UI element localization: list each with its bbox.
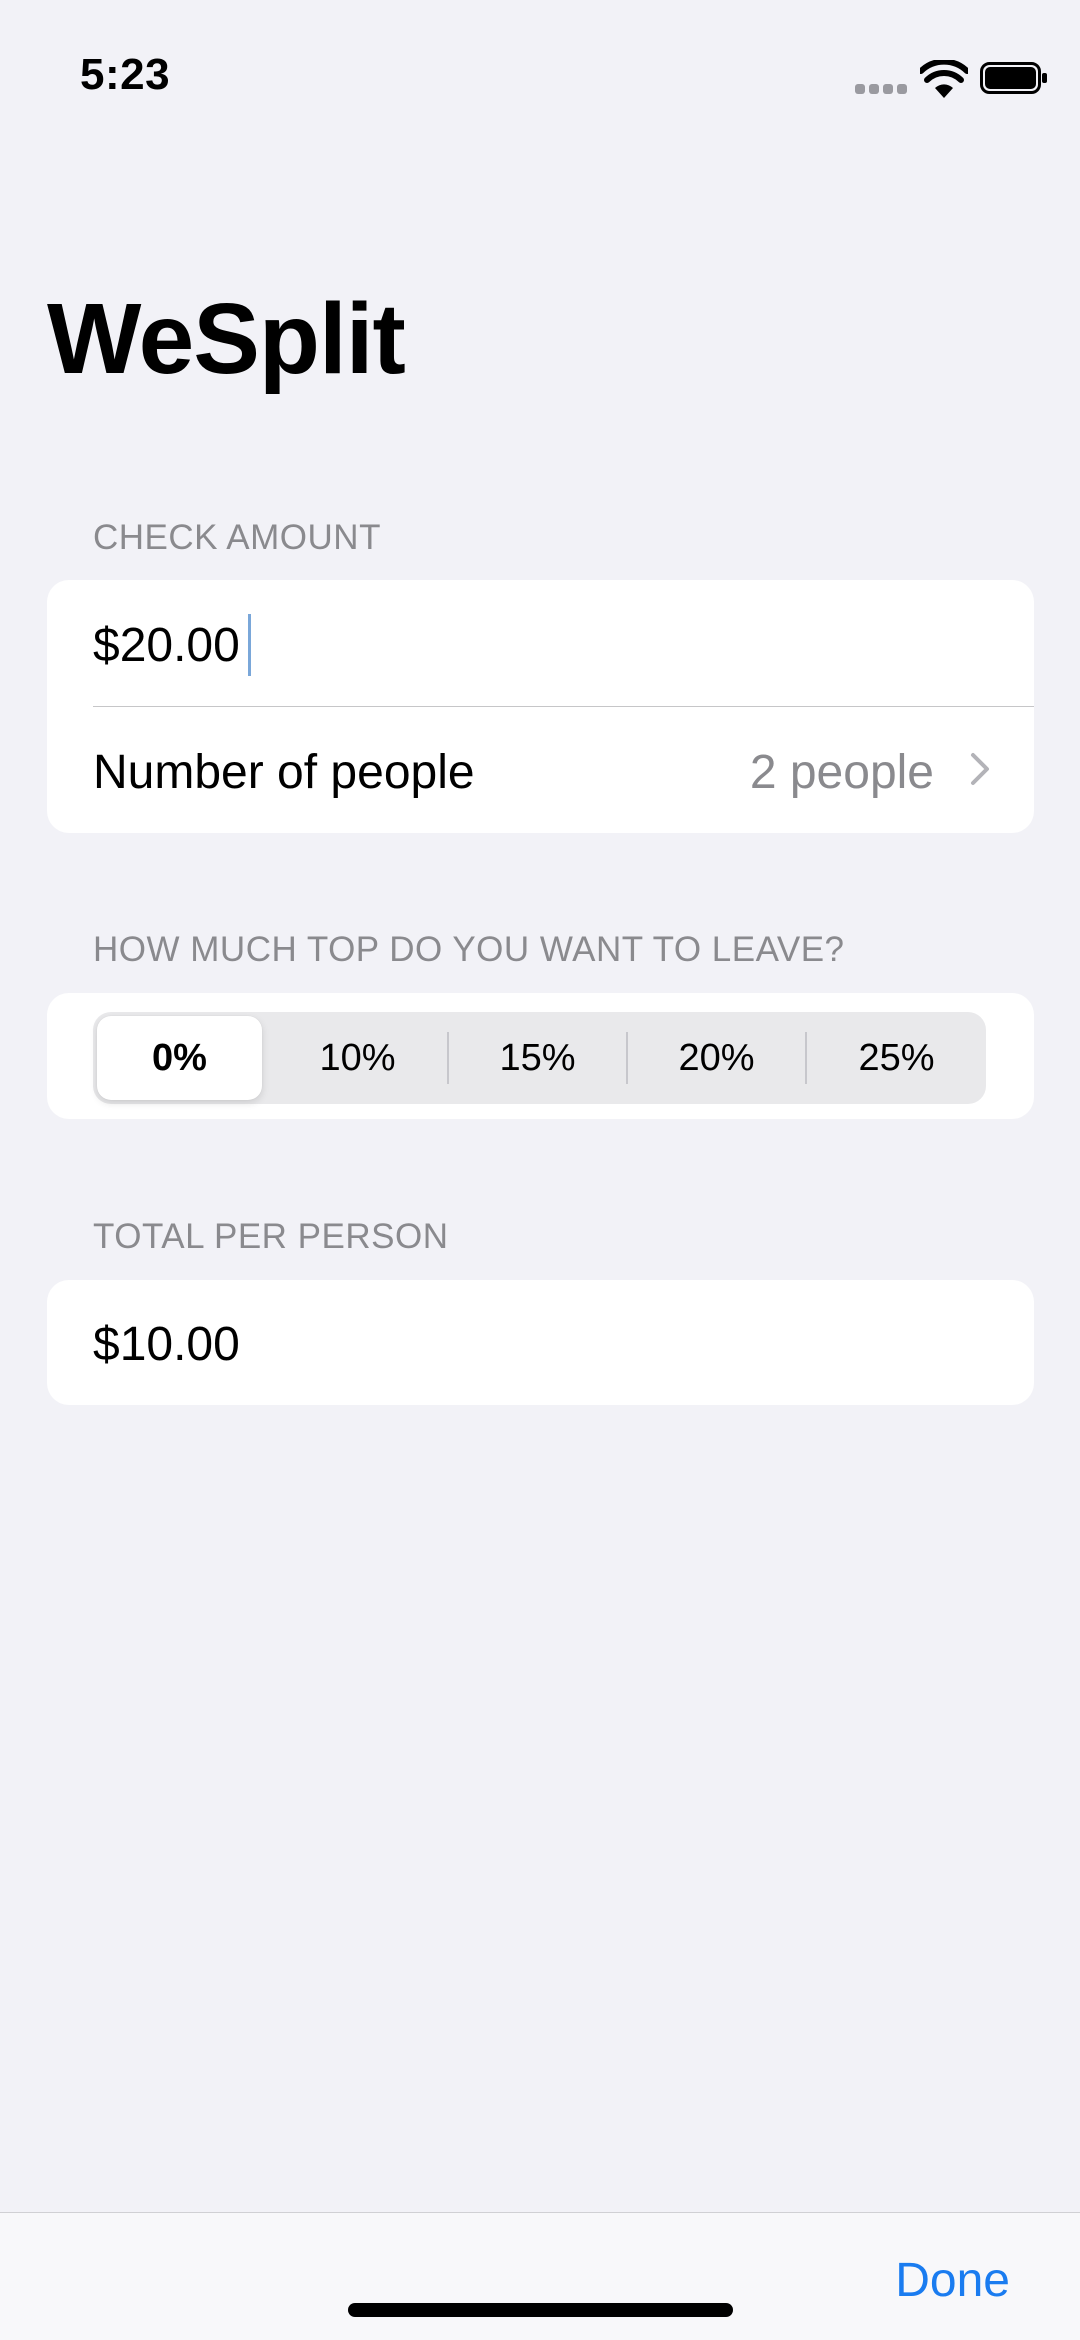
tip-option-20[interactable]: 20% [634, 1016, 799, 1100]
number-of-people-row[interactable]: Number of people 2 people [47, 707, 1034, 833]
segment-separator [805, 1032, 807, 1084]
check-amount-field[interactable]: $20.00 [47, 580, 1034, 706]
total-per-person-value: $10.00 [93, 1318, 240, 1371]
tip-segmented-control: 0% 10% 15% 20% 25% [93, 1012, 986, 1104]
tip-option-15[interactable]: 15% [455, 1016, 620, 1100]
tip-option-25[interactable]: 25% [814, 1016, 979, 1100]
status-time: 5:23 [80, 50, 171, 99]
check-amount-card: $20.00 Number of people 2 people [47, 580, 1034, 833]
status-bar: 5:23 [0, 0, 1080, 150]
wifi-icon [920, 60, 968, 98]
tip-card: 0% 10% 15% 20% 25% [47, 993, 1034, 1119]
done-button[interactable]: Done [895, 2253, 1010, 2308]
tip-header: HOW MUCH TOP DO YOU WANT TO LEAVE? [93, 930, 845, 969]
cellular-signal-icon [855, 84, 909, 96]
battery-icon [980, 62, 1047, 94]
tip-option-0[interactable]: 0% [97, 1016, 262, 1100]
app-screen: 5:23 WeSplit CHECK AMOUNT $20.00 Number … [0, 0, 1080, 2340]
total-card: $10.00 [47, 1280, 1034, 1405]
chevron-right-icon [971, 753, 989, 785]
check-amount-header: CHECK AMOUNT [93, 518, 381, 557]
page-title: WeSplit [47, 283, 406, 395]
text-cursor [248, 614, 251, 676]
number-of-people-value: 2 people [749, 746, 934, 799]
number-of-people-label: Number of people [93, 746, 475, 799]
tip-option-10[interactable]: 10% [275, 1016, 440, 1100]
segment-separator [626, 1032, 628, 1084]
home-indicator [348, 2303, 733, 2317]
total-header: TOTAL PER PERSON [93, 1217, 449, 1256]
check-amount-value: $20.00 [93, 619, 240, 672]
segment-separator [447, 1032, 449, 1084]
